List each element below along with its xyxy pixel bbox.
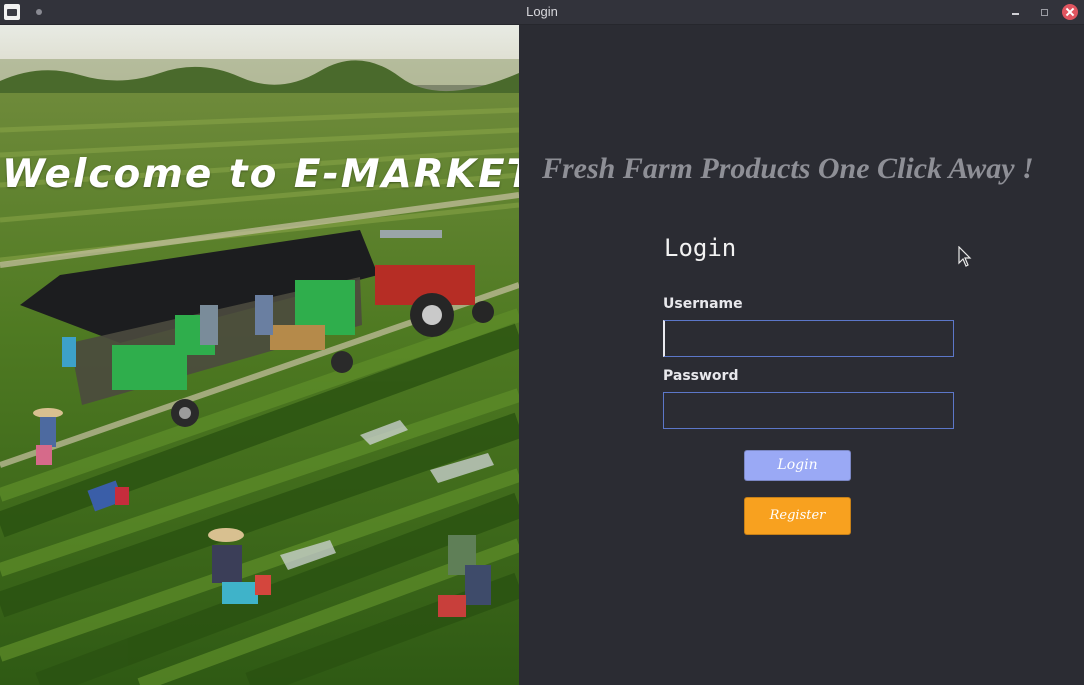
username-input[interactable] [663,320,954,357]
close-icon[interactable] [1062,4,1078,20]
window-title: Login [526,4,558,19]
window-titlebar: Login [0,0,1084,25]
farm-illustration [0,25,519,685]
welcome-heading: Welcome to E-MARKET [2,152,519,197]
login-button[interactable]: Login [744,450,851,481]
minimize-icon[interactable] [1008,4,1024,20]
password-input[interactable] [663,392,954,429]
tagline: Fresh Farm Products One Click Away ! [542,152,1034,185]
maximize-icon[interactable] [1036,4,1052,20]
username-label: Username [663,296,743,312]
register-button[interactable]: Register [744,497,851,535]
password-label: Password [663,368,739,384]
farm-photo: Welcome to E-MARKET [0,25,519,685]
mouse-cursor-icon [958,246,972,267]
login-heading: Login [664,234,737,262]
